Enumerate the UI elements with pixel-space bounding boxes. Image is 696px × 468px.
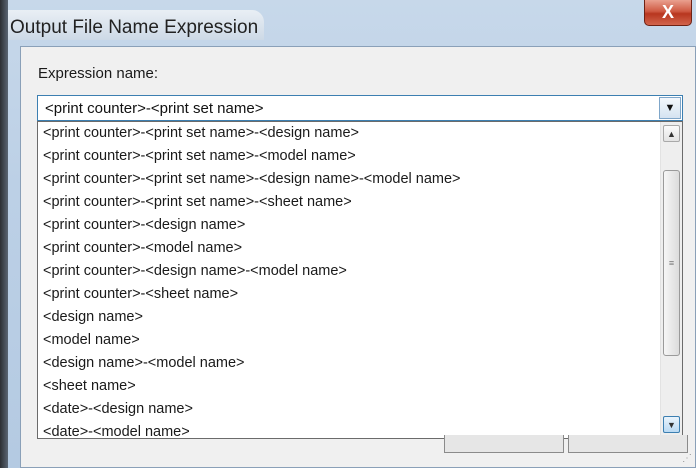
expression-dropdown-list[interactable]: <print counter>-<print set name>-<design… [37,121,683,439]
list-item[interactable]: <print counter>-<design name> [43,217,245,233]
cancel-button[interactable] [568,435,688,453]
background-window-edge [0,0,8,468]
ok-button[interactable] [444,435,564,453]
chevron-down-icon[interactable]: ▼ [659,97,681,119]
list-item[interactable]: <print counter>-<design name>-<model nam… [43,263,347,279]
close-button[interactable]: X [644,0,692,26]
scroll-down-icon[interactable]: ▼ [663,416,680,433]
list-item[interactable]: <date>-<design name> [43,401,193,417]
expression-name-label: Expression name: [38,65,159,82]
list-item[interactable]: <sheet name> [43,378,136,394]
expression-name-value[interactable]: <print counter>-<print set name> [45,100,263,117]
list-item[interactable]: <design name>-<model name> [43,355,245,371]
list-item[interactable]: <print counter>-<print set name>-<design… [43,125,359,141]
window-title: Output File Name Expression [10,17,259,38]
title-bar[interactable]: Output File Name Expression X [8,0,696,46]
list-item[interactable]: <model name> [43,332,140,348]
scroll-up-icon[interactable]: ▲ [663,125,680,142]
list-item[interactable]: <print counter>-<model name> [43,240,242,256]
list-item[interactable]: <print counter>-<print set name>-<model … [43,148,356,164]
scrollbar-thumb[interactable]: ≡ [663,170,680,356]
vertical-scrollbar[interactable]: ▲ ≡ ▼ [660,122,682,438]
list-item[interactable]: <design name> [43,309,143,325]
close-icon: X [661,2,674,22]
resize-grip-icon[interactable]: ⋰ [682,453,692,464]
list-item[interactable]: <print counter>-<sheet name> [43,286,238,302]
dialog-window: Output File Name Expression X Expression… [0,0,696,468]
expression-name-combobox[interactable]: <print counter>-<print set name> ▼ [37,95,683,121]
scroll-grip-icon: ≡ [668,258,675,268]
list-item[interactable]: <print counter>-<print set name>-<design… [43,171,461,187]
list-item[interactable]: <print counter>-<print set name>-<sheet … [43,194,352,210]
list-item[interactable]: <date>-<model name> [43,424,190,438]
